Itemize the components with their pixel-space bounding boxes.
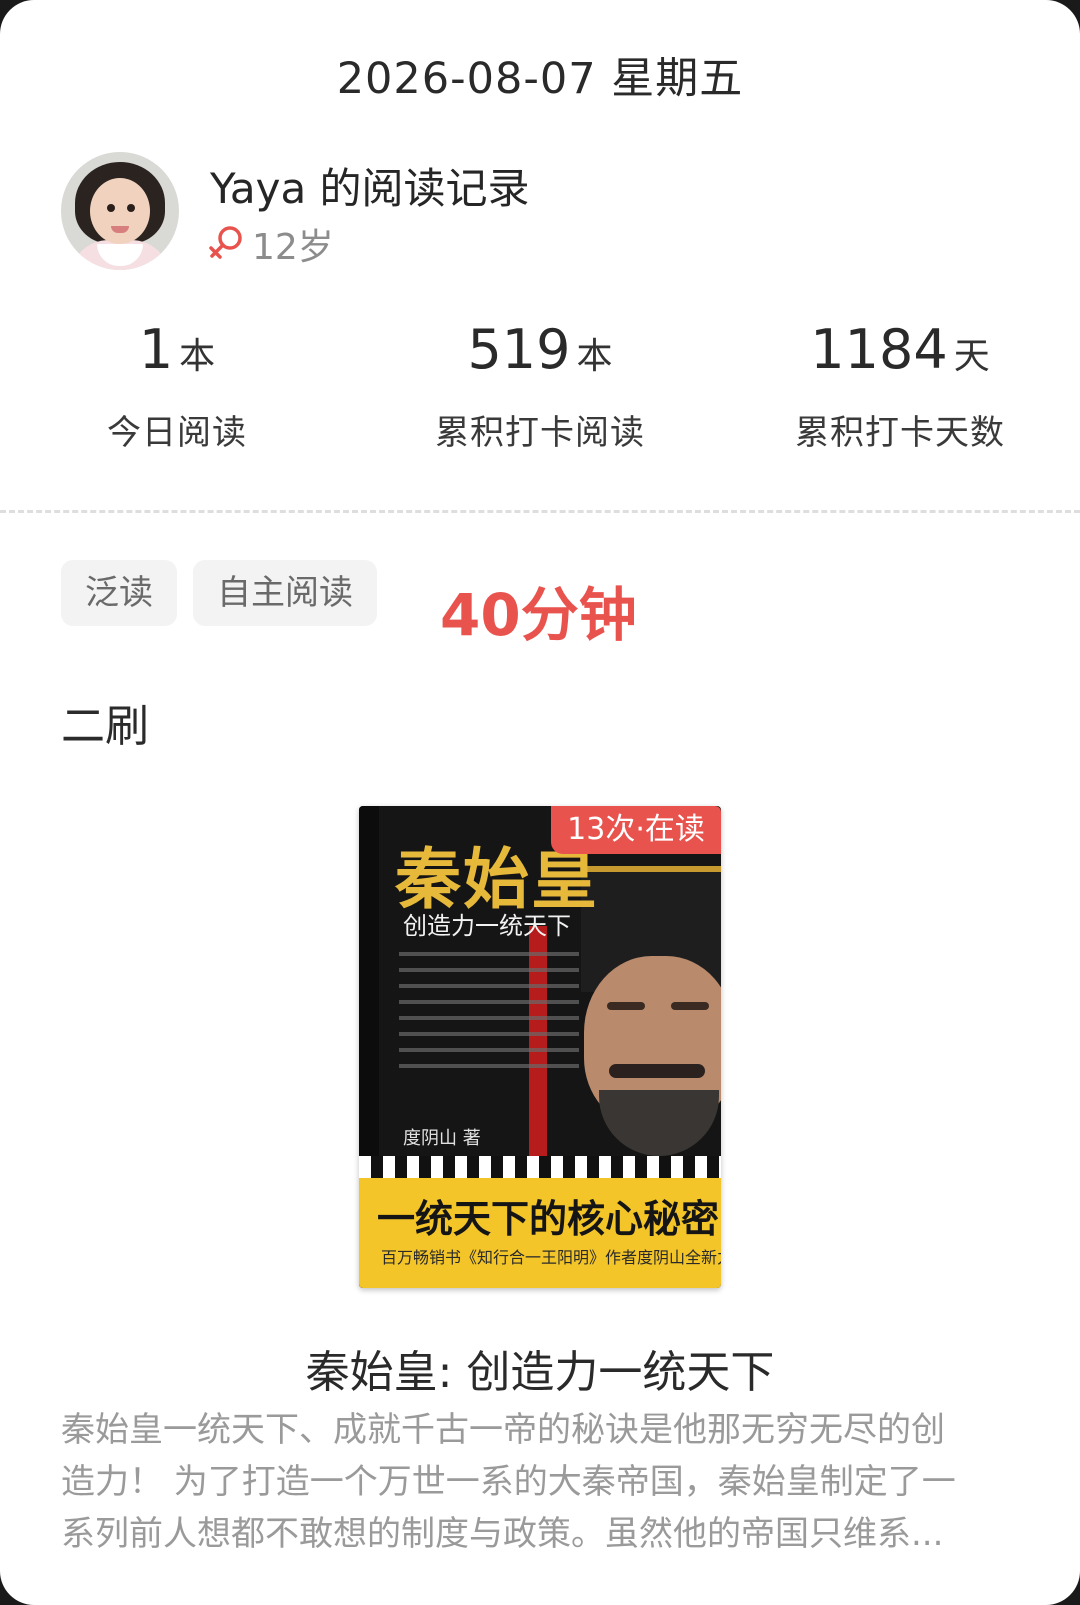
description-line: 秦始皇一统天下、成就千古一帝的秘诀是他那无穷无尽的创 <box>61 1410 945 1450</box>
description-line: 系列前人想都不敢想的制度与政策。虽然他的帝国只维系... <box>61 1514 944 1554</box>
stat-value: 1184 <box>810 318 948 381</box>
female-icon <box>208 225 244 263</box>
cover-band-small: 百万畅销书《知行合一王阳明》作者度阴山全新力作 <box>381 1248 721 1267</box>
read-count-badge: 13次·在读 <box>551 806 721 854</box>
book-cover[interactable]: 秦始皇 创造力一统天下 度阴山 著 一统天下的核心秘密 百万畅销书《知行合一王阳… <box>359 806 721 1288</box>
tag-extensive-reading[interactable]: 泛读 <box>61 560 177 626</box>
reading-record-card: 2026-08-07 星期五 Yaya 的阅读记录 12岁 1本 今日阅读 51… <box>0 0 1080 1605</box>
stat-label: 今日阅读 <box>107 413 247 453</box>
book-description: 秦始皇一统天下、成就千古一帝的秘诀是他那无穷无尽的创 造力！ 为了打造一个万世一… <box>61 1404 1021 1560</box>
stat-unit: 天 <box>953 336 990 377</box>
stat-value: 1 <box>138 318 174 381</box>
tag-list: 泛读 自主阅读 <box>61 560 377 626</box>
reading-duration: 40分钟 <box>440 581 637 649</box>
tag-independent-reading[interactable]: 自主阅读 <box>193 560 377 626</box>
stat-unit: 本 <box>576 336 613 377</box>
date-header: 2026-08-07 星期五 <box>336 54 744 104</box>
description-line: 造力！ 为了打造一个万世一系的大秦帝国，秦始皇制定了一 <box>61 1462 956 1502</box>
stat-total-books: 519 本 累积打卡阅读 <box>375 318 705 454</box>
reading-note: 二刷 <box>61 701 149 752</box>
profile-age: 12岁 <box>252 227 334 268</box>
stat-today-reading: 1本 今日阅读 <box>12 318 342 454</box>
stat-value: 519 <box>467 318 571 381</box>
avatar[interactable] <box>61 152 179 270</box>
profile-meta: 12岁 <box>208 218 334 270</box>
stat-unit: 本 <box>179 336 216 377</box>
stat-total-days: 1184 天 累积打卡天数 <box>735 318 1065 454</box>
cover-author: 度阴山 著 <box>403 1128 481 1149</box>
stats-row: 1本 今日阅读 519 本 累积打卡阅读 1184 天 累积打卡天数 <box>0 318 1080 453</box>
book-title[interactable]: 秦始皇: 创造力一统天下 <box>0 1336 1080 1400</box>
profile-title: Yaya 的阅读记录 <box>210 164 530 213</box>
stat-label: 累积打卡天数 <box>795 413 1005 453</box>
dashed-divider <box>0 510 1080 513</box>
stat-label: 累积打卡阅读 <box>435 413 645 453</box>
cover-band-text: 一统天下的核心秘密 <box>377 1196 720 1241</box>
cover-subtitle: 创造力一统天下 <box>403 912 571 940</box>
